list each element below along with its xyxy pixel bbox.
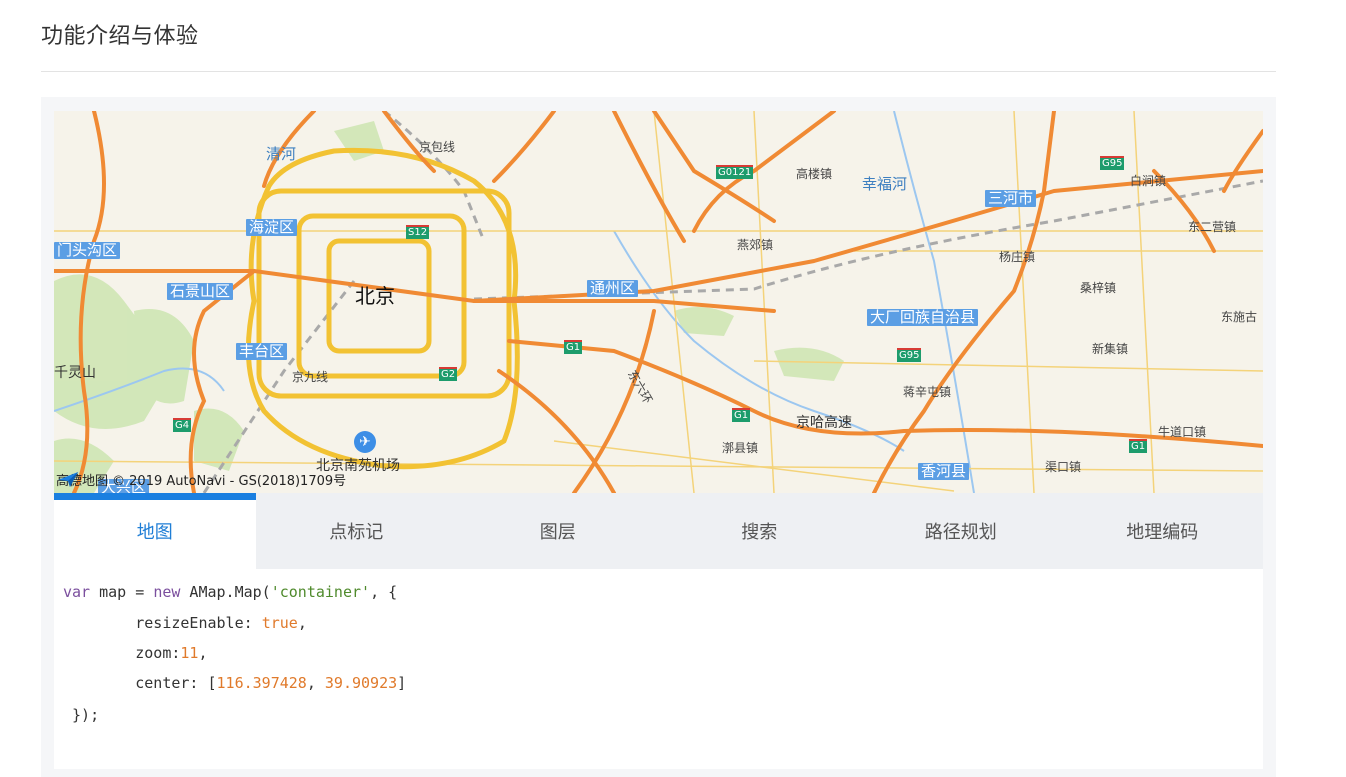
road-badge-g1c: G1: [1129, 439, 1148, 453]
feature-tabs: 地图 点标记 图层 搜索 路径规划 地理编码: [54, 493, 1263, 569]
road-badge-g95b: G95: [897, 348, 922, 362]
map-label-qianlingshan: 千灵山: [54, 365, 96, 381]
tab-map[interactable]: 地图: [54, 493, 256, 569]
map-label-xingfuhe: 幸福河: [862, 175, 908, 193]
map-label-xinji: 新集镇: [1092, 342, 1129, 356]
code-text: center: [: [63, 674, 217, 692]
map-label-dongshigu: 东施古: [1221, 310, 1258, 324]
tab-search[interactable]: 搜索: [659, 493, 861, 569]
map-label-mentougou: 门头沟区: [54, 242, 121, 259]
map-label-jinghagaosu: 京哈高速: [796, 415, 852, 431]
map-label-jingjiuxian: 京九线: [292, 370, 329, 384]
divider: [41, 71, 1276, 72]
code-line-4: center: [116.397428, 39.90923]: [63, 673, 406, 693]
code-new-keyword: new: [153, 583, 181, 601]
map-base: [54, 111, 1263, 493]
code-line-3: zoom:11,: [63, 643, 208, 663]
map-attribution[interactable]: 高德地图 © 2019 AutoNavi - GS(2018)1709号: [56, 470, 346, 489]
code-text: ,: [306, 674, 325, 692]
code-block: var map = new AMap.Map('container', { re…: [54, 569, 1263, 769]
map-label-yanjiao: 燕郊镇: [737, 238, 774, 252]
road-badge-s12: S12: [406, 225, 430, 239]
amap-logo-icon: [58, 472, 78, 487]
code-text: ,: [198, 644, 208, 662]
map-label-gaolou: 高楼镇: [796, 167, 833, 181]
code-boolean: true: [261, 614, 298, 632]
code-line-1: var map = new AMap.Map('container', {: [63, 582, 397, 602]
map-label-jiangxintun: 蒋辛屯镇: [903, 385, 952, 399]
code-number: 11: [180, 644, 199, 662]
code-text: AMap.Map(: [180, 583, 271, 601]
road-badge-g95a: G95: [1100, 156, 1125, 170]
map-label-yangzhuang: 杨庄镇: [999, 250, 1036, 264]
code-number: 39.90923: [324, 674, 398, 692]
road-badge-g1a: G1: [564, 340, 583, 354]
road-badge-g2: G2: [439, 367, 458, 381]
tab-marker[interactable]: 点标记: [256, 493, 458, 569]
code-text: zoom:: [63, 644, 181, 662]
code-line-2: resizeEnable: true,: [63, 613, 307, 633]
code-string: 'container': [270, 583, 371, 601]
map-label-dongerying: 东二营镇: [1188, 220, 1237, 234]
map-label-tongzhou: 通州区: [587, 280, 639, 297]
road-badge-g0121: G0121: [716, 165, 754, 179]
tab-geocode[interactable]: 地理编码: [1062, 493, 1264, 569]
map-label-sangzi: 桑梓镇: [1080, 281, 1117, 295]
map-label-jingbaoxian: 京包线: [419, 140, 456, 154]
map-label-haidian: 海淀区: [246, 219, 298, 236]
code-text: });: [63, 706, 100, 724]
map-label-lixian: 漷县镇: [722, 441, 759, 455]
map-label-shijingshan: 石景山区: [167, 283, 234, 300]
map-label-quzhen: 渠口镇: [1045, 460, 1082, 474]
code-text: ]: [397, 674, 407, 692]
map-label-fengtai: 丰台区: [236, 343, 288, 360]
map-label-xianghe: 香河县: [918, 463, 970, 480]
map-label-qinghe: 清河: [266, 145, 297, 163]
map-label-baixun: 白涧镇: [1130, 174, 1167, 188]
code-text: map =: [90, 583, 154, 601]
airport-icon: ✈: [354, 431, 376, 453]
code-number: 116.397428: [216, 674, 307, 692]
code-var-keyword: var: [63, 583, 91, 601]
attribution-copyright: © 2019 AutoNavi - GS(2018)1709号: [112, 474, 347, 489]
code-text: ,: [297, 614, 307, 632]
code-text: , {: [370, 583, 398, 601]
map-label-sanhe: 三河市: [985, 190, 1037, 207]
tab-layer[interactable]: 图层: [457, 493, 659, 569]
code-line-5: });: [63, 705, 99, 725]
map-container[interactable]: 清河 京包线 海淀区 门头沟区 石景山区 北京 丰台区 千灵山 京九线 ✈ 北京…: [54, 111, 1263, 493]
map-label-beijing: 北京: [355, 284, 395, 308]
road-badge-g1b: G1: [732, 408, 751, 422]
tab-route[interactable]: 路径规划: [860, 493, 1062, 569]
code-text: resizeEnable:: [63, 614, 262, 632]
road-badge-g4: G4: [173, 418, 192, 432]
map-label-dachang: 大厂回族自治县: [867, 309, 979, 326]
map-label-niudaokou: 牛道口镇: [1158, 425, 1207, 439]
section-title: 功能介绍与体验: [41, 24, 199, 49]
